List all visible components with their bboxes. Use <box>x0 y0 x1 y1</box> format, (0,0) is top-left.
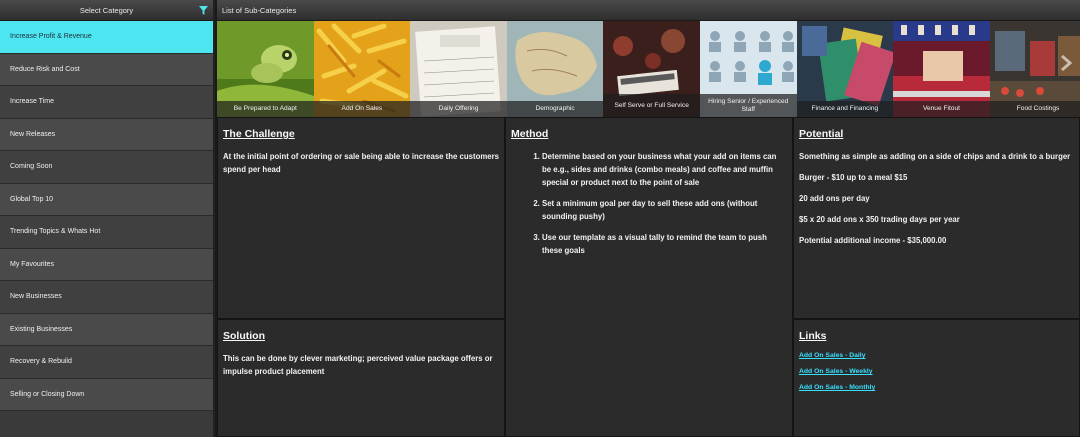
subcategory-label: Add On Sales <box>313 101 411 117</box>
category-item-new-businesses[interactable]: New Businesses <box>0 281 213 314</box>
challenge-text: At the initial point of ordering or sale… <box>223 152 499 174</box>
subcategory-label: Self Serve or Full Service <box>603 94 700 117</box>
filter-icon[interactable] <box>199 6 208 15</box>
category-item-increase-time[interactable]: Increase Time <box>0 86 213 119</box>
subcategory-title: List of Sub-Categories <box>222 5 297 15</box>
solution-title: Solution <box>223 330 265 342</box>
subcategory-label: Food Costings <box>989 101 1080 117</box>
link-add-on-sales-monthly[interactable]: Add On Sales - Monthly <box>799 384 1074 391</box>
subcategory-label: Venue Fitout <box>893 101 990 117</box>
links-title: Links <box>799 330 827 342</box>
subcategory-tile-finance[interactable]: Finance and Financing <box>796 21 894 117</box>
method-step: Determine based on your business what yo… <box>542 150 787 189</box>
category-item-trending-topics[interactable]: Trending Topics & Whats Hot <box>0 216 213 249</box>
category-item-coming-soon[interactable]: Coming Soon <box>0 151 213 184</box>
category-item-new-releases[interactable]: New Releases <box>0 118 213 151</box>
challenge-title: The Challenge <box>223 128 295 140</box>
chevron-right-icon[interactable] <box>1056 53 1076 73</box>
challenge-panel: The Challenge At the initial point of or… <box>217 117 505 319</box>
method-step: Set a minimum goal per day to sell these… <box>542 197 787 223</box>
category-item-increase-profit[interactable]: Increase Profit & Revenue <box>0 21 213 54</box>
potential-line: $5 x 20 add ons x 350 trading days per y… <box>799 215 960 224</box>
potential-title: Potential <box>799 128 844 140</box>
category-item-my-favourites[interactable]: My Favourites <box>0 248 213 281</box>
link-add-on-sales-weekly[interactable]: Add On Sales - Weekly <box>799 368 1074 375</box>
subcategory-tile-daily-offering[interactable]: Daily Offering <box>410 21 507 117</box>
category-sidebar: Select Category Increase Profit & Revenu… <box>0 0 215 437</box>
potential-panel: Potential Something as simple as adding … <box>793 117 1080 319</box>
category-item-global-top-10[interactable]: Global Top 10 <box>0 183 213 216</box>
subcategory-tile-self-serve[interactable]: Self Serve or Full Service <box>603 21 700 117</box>
subcategory-label: Finance and Financing <box>796 101 894 117</box>
category-item-recovery-rebuild[interactable]: Recovery & Rebuild <box>0 346 213 379</box>
subcategory-label: Daily Offering <box>410 101 507 117</box>
potential-line: 20 add ons per day <box>799 194 870 203</box>
solution-text: This can be done by clever marketing; pe… <box>223 354 493 376</box>
subcategory-label: Demographic <box>506 101 604 117</box>
solution-panel: Solution This can be done by clever mark… <box>217 319 505 437</box>
potential-line: Burger - $10 up to a meal $15 <box>799 173 908 182</box>
potential-line: Something as simple as adding on a side … <box>799 152 1071 161</box>
category-item-reduce-risk[interactable]: Reduce Risk and Cost <box>0 53 213 86</box>
subcategory-tile-add-on-sales[interactable]: Add On Sales <box>313 21 411 117</box>
links-panel: Links Add On Sales - Daily Add On Sales … <box>793 319 1080 437</box>
subcategory-tile-hiring[interactable]: Hiring Senior / Experienced Staff <box>699 21 797 117</box>
category-item-selling-closing[interactable]: Selling or Closing Down <box>0 378 213 411</box>
category-list: Increase Profit & Revenue Reduce Risk an… <box>0 21 213 411</box>
subcategory-tile-venue-fitout[interactable]: Venue Fitout <box>893 21 990 117</box>
subcategory-tile-demographic[interactable]: Demographic <box>506 21 604 117</box>
subcategory-label: Be Prepared to Adapt <box>217 101 314 117</box>
link-add-on-sales-daily[interactable]: Add On Sales - Daily <box>799 352 1074 359</box>
method-step: Use our template as a visual tally to re… <box>542 231 787 257</box>
sidebar-header: Select Category <box>0 0 213 21</box>
potential-line: Potential additional income - $35,000.00 <box>799 236 947 245</box>
subcategory-label: Hiring Senior / Experienced Staff <box>699 94 797 117</box>
subcategory-carousel: Be Prepared to Adapt Add On Sales Daily … <box>217 21 1080 117</box>
sidebar-title: Select Category <box>79 5 134 15</box>
method-steps: Determine based on your business what yo… <box>511 150 787 257</box>
main-content: List of Sub-Categories Be Prepared to Ad… <box>217 0 1080 437</box>
subcategory-header: List of Sub-Categories <box>217 0 1080 21</box>
subcategory-tile-prepared[interactable]: Be Prepared to Adapt <box>217 21 314 117</box>
method-panel: Method Determine based on your business … <box>505 117 793 437</box>
method-title: Method <box>511 128 549 140</box>
category-item-existing-businesses[interactable]: Existing Businesses <box>0 313 213 346</box>
